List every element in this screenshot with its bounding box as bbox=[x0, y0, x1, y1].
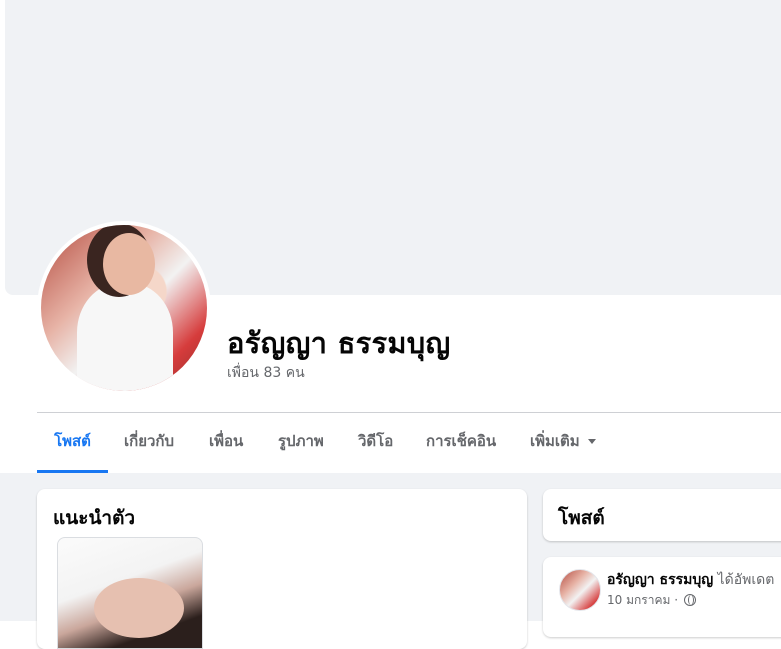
posts-header-card: โพสต์ bbox=[543, 489, 781, 541]
tab-more[interactable]: เพิ่มเติม bbox=[530, 413, 596, 470]
profile-picture-image bbox=[41, 225, 207, 391]
tab-checkins[interactable]: การเช็คอิน bbox=[426, 413, 496, 470]
profile-picture[interactable] bbox=[37, 221, 211, 395]
chevron-down-icon bbox=[587, 439, 596, 444]
featured-photo[interactable] bbox=[57, 537, 203, 649]
tab-videos[interactable]: วิดีโอ bbox=[358, 413, 393, 470]
post-card: อรัญญา ธรรมบุญ ได้อัพเดต 10 มกราคม · bbox=[543, 557, 781, 637]
globe-icon bbox=[683, 594, 696, 606]
post-meta-separator: · bbox=[674, 593, 679, 607]
intro-title: แนะนำตัว bbox=[53, 507, 136, 529]
intro-card: แนะนำตัว bbox=[37, 489, 527, 649]
profile-tabs: โพสต์ เกี่ยวกับ เพื่อน รูปภาพ วิดีโอ การ… bbox=[37, 413, 781, 473]
post-author-name[interactable]: อรัญญา ธรรมบุญ bbox=[607, 572, 713, 588]
post-author-line: อรัญญา ธรรมบุญ ได้อัพเดต bbox=[607, 569, 774, 591]
post-date[interactable]: 10 มกราคม bbox=[607, 593, 670, 607]
tab-friends[interactable]: เพื่อน bbox=[209, 413, 243, 470]
tab-more-label: เพิ่มเติม bbox=[530, 432, 580, 450]
tab-posts[interactable]: โพสต์ bbox=[37, 413, 108, 473]
posts-title: โพสต์ bbox=[558, 507, 605, 529]
friends-count-link[interactable]: เพื่อน 83 คน bbox=[227, 362, 305, 384]
tab-about[interactable]: เกี่ยวกับ bbox=[124, 413, 174, 470]
post-meta: 10 มกราคม · bbox=[607, 591, 696, 610]
profile-name: อรัญญา ธรรมบุญ bbox=[227, 326, 451, 360]
tab-photos[interactable]: รูปภาพ bbox=[278, 413, 324, 470]
post-action-text: ได้อัพเดต bbox=[717, 572, 775, 588]
post-author-avatar[interactable] bbox=[559, 569, 601, 611]
